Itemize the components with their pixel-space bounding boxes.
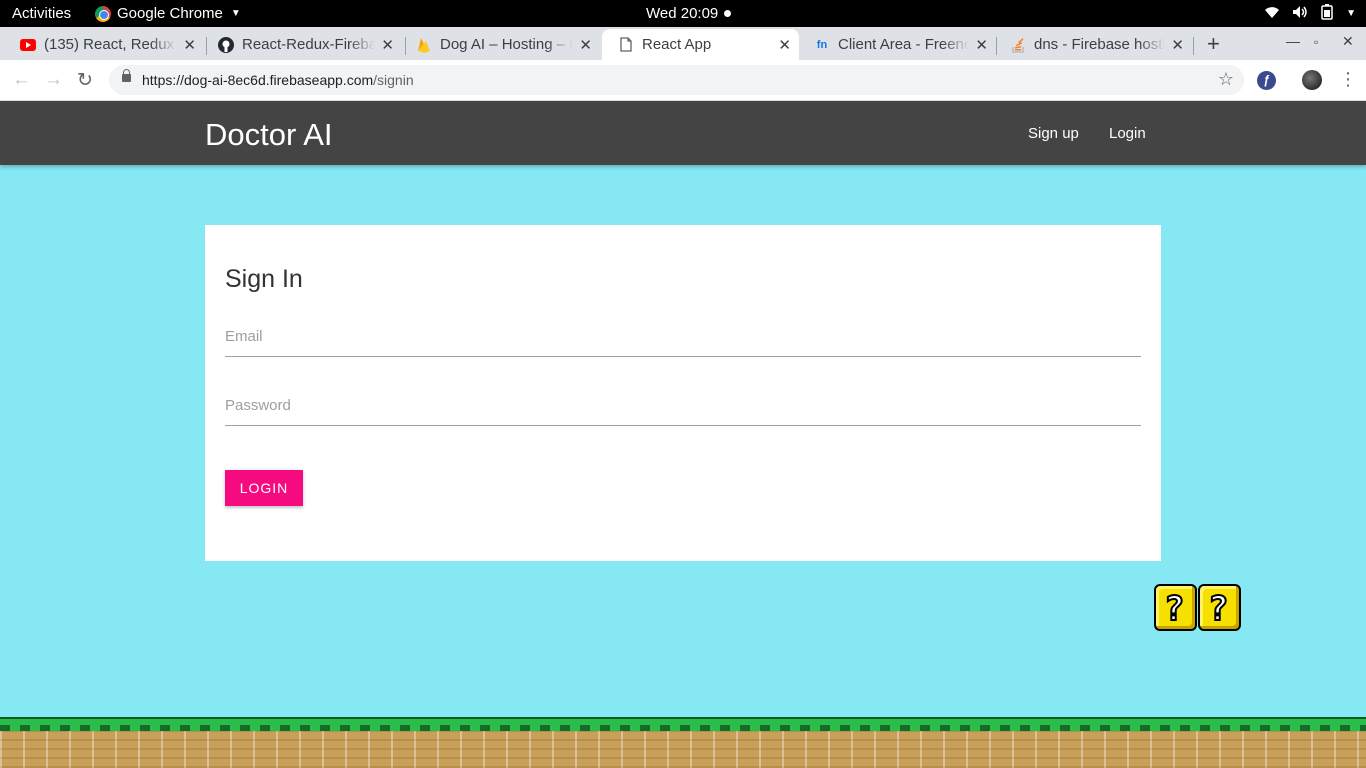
chrome-icon	[95, 5, 111, 22]
tab-title: Dog AI – Hosting – F	[440, 36, 574, 53]
new-tab-button[interactable]: +	[1207, 31, 1220, 57]
tab-freenom[interactable]: fn Client Area - Freeno ✕	[798, 29, 996, 60]
tab-title: dns - Firebase hosti	[1034, 36, 1166, 53]
signup-link[interactable]: Sign up	[1028, 125, 1079, 142]
clock-label: Wed 20:09	[646, 5, 719, 22]
tab-title: React App	[642, 36, 712, 53]
address-bar[interactable]: https://dog-ai-8ec6d.firebaseapp.com/sig…	[109, 65, 1244, 95]
close-icon[interactable]: ✕	[183, 36, 196, 54]
github-icon	[218, 36, 234, 53]
profile-avatar[interactable]	[1302, 70, 1322, 90]
password-field-wrapper	[225, 380, 1141, 426]
extension-icon[interactable]: ƒ	[1257, 71, 1276, 90]
tab-firebase-hosting[interactable]: Dog AI – Hosting – F ✕	[400, 29, 600, 60]
battery-icon	[1320, 4, 1334, 23]
bookmark-star-icon[interactable]: ☆	[1218, 69, 1234, 90]
youtube-icon	[20, 37, 36, 53]
minimize-icon[interactable]: —	[1286, 33, 1300, 49]
url-host: https://dog-ai-8ec6d.firebaseapp.com	[142, 72, 374, 88]
page-icon	[618, 37, 634, 53]
system-tray[interactable]: ▼	[1264, 4, 1356, 23]
form-title: Sign In	[225, 265, 303, 293]
tab-title: Client Area - Freeno	[838, 36, 970, 53]
forward-icon[interactable]: →	[44, 69, 63, 91]
url-path: /signin	[373, 72, 414, 88]
web-page: Doctor AI Sign up Login Sign In LOGIN ? …	[0, 101, 1366, 768]
app-navbar: Doctor AI Sign up Login	[0, 101, 1366, 165]
signin-form: Sign In LOGIN	[205, 225, 1161, 561]
tab-title: (135) React, Redux &	[44, 36, 178, 53]
browser-toolbar: ← → ↻ https://dog-ai-8ec6d.firebaseapp.c…	[0, 60, 1366, 101]
system-top-bar: Activities Google Chrome ▼ Wed 20:09 ▼	[0, 0, 1366, 27]
notification-dot-icon	[724, 10, 732, 17]
close-icon[interactable]: ✕	[381, 36, 394, 54]
brand-logo[interactable]: Doctor AI	[205, 117, 333, 153]
firebase-icon	[416, 37, 432, 53]
activities-button[interactable]: Activities	[12, 5, 71, 22]
question-mark: ?	[1207, 589, 1230, 629]
question-block-icon: ?	[1198, 584, 1241, 631]
wifi-icon	[1264, 5, 1280, 22]
question-block-icon: ?	[1154, 584, 1197, 631]
back-icon[interactable]: ←	[12, 69, 31, 91]
tab-react-app[interactable]: React App ✕	[602, 29, 799, 60]
app-menu[interactable]: Google Chrome ▼	[95, 5, 241, 22]
close-icon[interactable]: ✕	[579, 36, 592, 54]
tab-strip: (135) React, Redux & ✕ React-Redux-Fireb…	[0, 27, 1366, 60]
volume-icon	[1292, 5, 1308, 22]
tab-separator	[1193, 37, 1194, 55]
question-mark: ?	[1163, 589, 1186, 629]
close-icon[interactable]: ✕	[975, 36, 988, 54]
ground-decoration	[0, 717, 1366, 768]
freenom-icon: fn	[816, 38, 828, 51]
close-icon[interactable]: ✕	[1171, 36, 1184, 54]
url-text[interactable]: https://dog-ai-8ec6d.firebaseapp.com/sig…	[142, 72, 414, 88]
reload-icon[interactable]: ↻	[77, 69, 93, 92]
password-field[interactable]	[225, 380, 1141, 425]
login-link[interactable]: Login	[1109, 125, 1146, 142]
chevron-down-icon: ▼	[230, 8, 241, 19]
email-field-wrapper	[225, 311, 1141, 357]
clock[interactable]: Wed 20:09	[646, 5, 732, 22]
lock-icon	[122, 69, 131, 82]
email-field[interactable]	[225, 311, 1141, 356]
window-close-icon[interactable]: ✕	[1342, 33, 1354, 50]
tab-youtube[interactable]: (135) React, Redux & ✕	[4, 29, 204, 60]
chrome-menu-icon[interactable]: ⋮	[1339, 69, 1357, 90]
tab-title: React-Redux-Fireba	[242, 36, 376, 53]
dirt-strip	[0, 731, 1366, 768]
maximize-icon[interactable]: ▫	[1314, 35, 1318, 49]
stackoverflow-icon	[1010, 37, 1026, 53]
chevron-down-icon: ▼	[1346, 8, 1356, 19]
tab-github[interactable]: React-Redux-Fireba ✕	[202, 29, 402, 60]
close-icon[interactable]: ✕	[778, 36, 791, 54]
tab-stackoverflow[interactable]: dns - Firebase hosti ✕	[994, 29, 1192, 60]
login-button[interactable]: LOGIN	[225, 470, 303, 506]
app-name: Google Chrome	[117, 5, 223, 22]
